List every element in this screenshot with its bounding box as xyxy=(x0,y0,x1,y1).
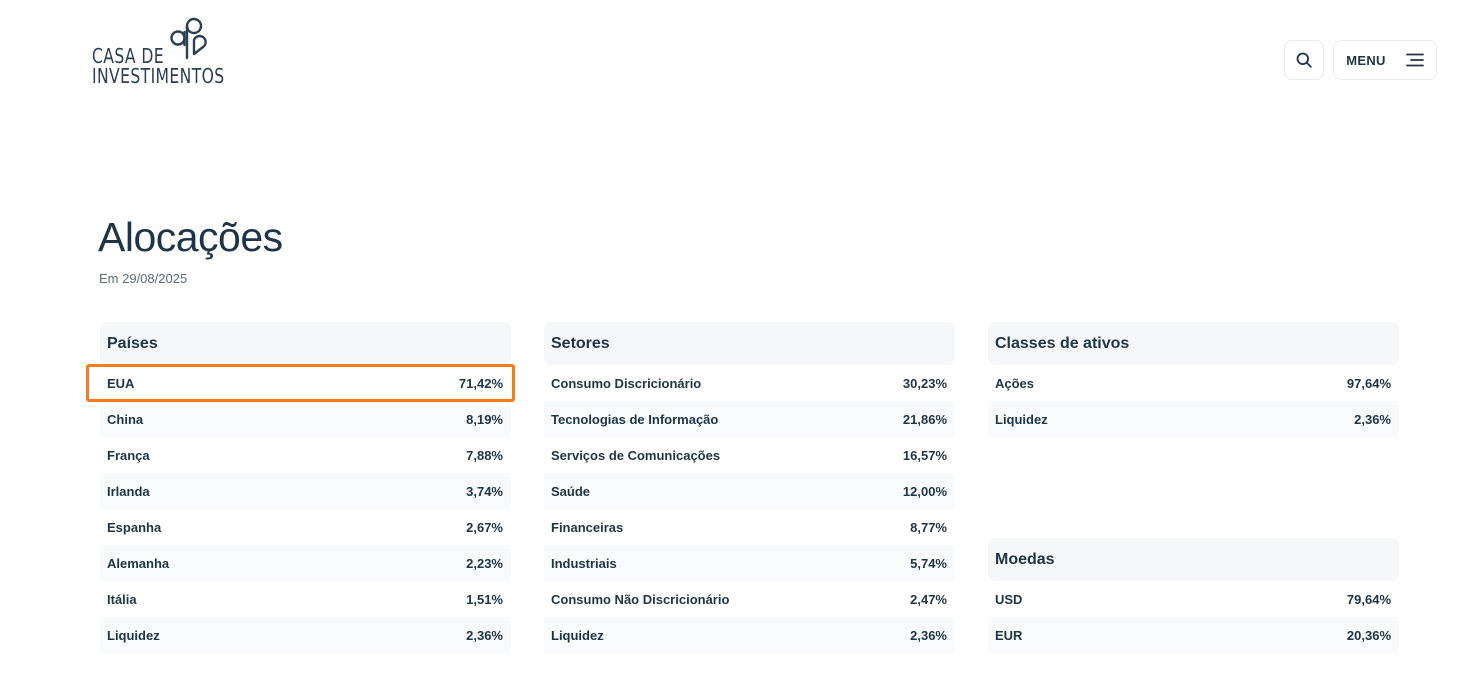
panel-header: Classes de ativos xyxy=(988,322,1399,365)
row-label: Liquidez xyxy=(995,411,1048,427)
table-row[interactable]: Alemanha 2,23% xyxy=(100,545,511,581)
table-row[interactable]: Ações 97,64% xyxy=(988,365,1399,401)
panel-title: Moedas xyxy=(995,550,1055,568)
row-label: Saúde xyxy=(551,483,591,499)
row-label: USD xyxy=(995,591,1023,607)
panel-header: Setores xyxy=(544,322,955,365)
table-row[interactable]: Consumo Não Discricionário 2,47% xyxy=(544,581,955,617)
panel-title: Classes de ativos xyxy=(995,334,1130,352)
brand-line-2: INVESTIMENTOS xyxy=(92,64,225,88)
table-row[interactable]: Liquidez 2,36% xyxy=(544,617,955,653)
table-row[interactable]: Tecnologias de Informação 21,86% xyxy=(544,401,955,437)
table-row[interactable]: Itália 1,51% xyxy=(100,581,511,617)
row-value: 5,74% xyxy=(910,555,947,571)
table-row[interactable]: Saúde 12,00% xyxy=(544,473,955,509)
table-row[interactable]: França 7,88% xyxy=(100,437,511,473)
row-value: 2,67% xyxy=(466,519,503,535)
table-row[interactable]: China 8,19% xyxy=(100,401,511,437)
row-value: 20,36% xyxy=(1346,627,1391,643)
table-row[interactable]: Consumo Discricionário 30,23% xyxy=(544,365,955,401)
row-value: 30,23% xyxy=(902,375,947,391)
panel-moedas: Moedas USD 79,64% EUR 20,36% xyxy=(988,538,1399,653)
table-row[interactable]: Irlanda 3,74% xyxy=(100,473,511,509)
table-row[interactable]: Industriais 5,74% xyxy=(544,545,955,581)
row-value: 8,19% xyxy=(466,411,503,427)
row-label: EUR xyxy=(995,627,1023,643)
panel-title: Países xyxy=(107,334,158,352)
table-row[interactable]: Liquidez 2,36% xyxy=(100,617,511,653)
logo-mark-icon xyxy=(170,17,207,60)
search-icon xyxy=(1296,52,1312,68)
row-value: 97,64% xyxy=(1346,375,1391,391)
page-date: Em 29/08/2025 xyxy=(99,271,188,286)
table-row[interactable]: Financeiras 8,77% xyxy=(544,509,955,545)
row-value: 2,36% xyxy=(910,627,947,643)
menu-label: MENU xyxy=(1346,52,1386,68)
page-title: Alocações xyxy=(98,214,283,260)
row-value: 2,47% xyxy=(910,591,947,607)
row-value: 1,51% xyxy=(466,591,503,607)
row-value: 21,86% xyxy=(902,411,947,427)
row-value: 8,77% xyxy=(910,519,947,535)
row-value: 71,42% xyxy=(458,375,503,391)
panel-classes-de-ativos: Classes de ativos Ações 97,64% Liquidez 2,… xyxy=(988,322,1399,437)
row-label: Ações xyxy=(995,375,1035,391)
brand-logo[interactable]: CASA DE INVESTIMENTOS xyxy=(92,16,232,88)
row-value: 3,74% xyxy=(466,483,503,499)
row-value: 16,57% xyxy=(902,447,947,463)
row-label: Irlanda xyxy=(107,483,150,499)
row-label: Consumo Não Discricionário xyxy=(551,591,730,607)
row-label: Tecnologias de Informação xyxy=(551,411,719,427)
row-value: 2,36% xyxy=(466,627,503,643)
hamburger-icon xyxy=(1405,53,1424,67)
row-label: Liquidez xyxy=(107,627,160,643)
row-label: Serviços de Comunicações xyxy=(551,447,721,463)
table-row[interactable]: Espanha 2,67% xyxy=(100,509,511,545)
row-label: Liquidez xyxy=(551,627,604,643)
search-button[interactable] xyxy=(1284,40,1324,80)
row-value: 79,64% xyxy=(1346,591,1391,607)
table-row[interactable]: Liquidez 2,36% xyxy=(988,401,1399,437)
row-value: 7,88% xyxy=(466,447,503,463)
menu-button[interactable]: MENU xyxy=(1333,40,1437,80)
header-actions: MENU xyxy=(1284,40,1437,80)
panel-paises: Países EUA 71,42% China 8,19% França 7,88% … xyxy=(86,322,515,653)
panel-header: Países xyxy=(100,322,511,365)
panel-header: Moedas xyxy=(988,538,1399,581)
table-row[interactable]: Serviços de Comunicações 16,57% xyxy=(544,437,955,473)
table-row[interactable]: EUA 71,42% xyxy=(86,364,515,402)
row-label: França xyxy=(107,447,150,463)
panel-title: Setores xyxy=(551,334,610,352)
row-label: Itália xyxy=(107,591,137,607)
row-label: Consumo Discricionário xyxy=(551,375,702,391)
row-value: 2,36% xyxy=(1354,411,1391,427)
row-label: Industriais xyxy=(551,555,617,571)
row-value: 12,00% xyxy=(902,483,947,499)
panel-setores: Setores Consumo Discricionário 30,23% Tec… xyxy=(544,322,955,653)
row-label: Financeiras xyxy=(551,519,624,535)
row-label: China xyxy=(107,411,144,427)
row-value: 2,23% xyxy=(466,555,503,571)
brand-line-1: CASA DE xyxy=(92,44,164,68)
table-row[interactable]: USD 79,64% xyxy=(988,581,1399,617)
row-label: EUA xyxy=(107,375,135,391)
row-label: Alemanha xyxy=(107,555,170,571)
row-label: Espanha xyxy=(107,519,162,535)
table-row[interactable]: EUR 20,36% xyxy=(988,617,1399,653)
